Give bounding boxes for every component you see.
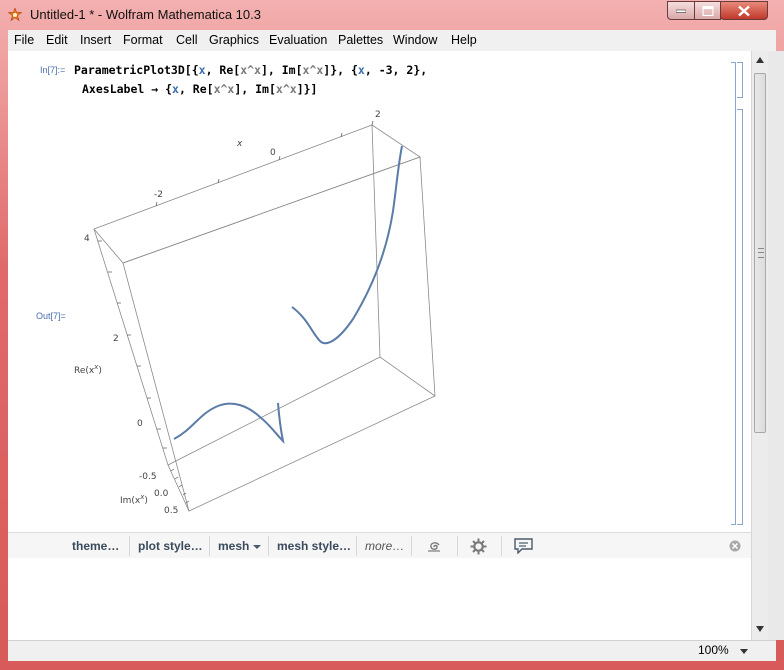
code-text: , -3, 2},	[364, 63, 428, 77]
x-tick-label: -2	[154, 190, 163, 200]
scroll-down-icon[interactable]	[756, 626, 764, 632]
maximize-icon	[702, 5, 713, 16]
vertical-scrollbar[interactable]	[751, 51, 769, 640]
code-var: x	[198, 63, 206, 77]
y-axis-label: Re(xx)	[74, 363, 102, 376]
code-var: x	[172, 82, 179, 96]
menu-evaluation[interactable]: Evaluation	[269, 33, 327, 47]
gear-icon[interactable]	[470, 538, 487, 555]
comment-icon[interactable]	[514, 538, 533, 554]
menu-window[interactable]: Window	[393, 33, 437, 47]
z-axis-label: Im(xx)	[120, 493, 148, 506]
mesh-button[interactable]: mesh	[218, 539, 261, 553]
scrollbar-thumb[interactable]	[754, 73, 766, 433]
code-option: AxesLabel	[82, 82, 145, 96]
separator	[129, 536, 130, 556]
code-expr: x^x	[213, 82, 235, 96]
code-expr: x^x	[275, 82, 297, 96]
separator	[356, 536, 357, 556]
plot-style-button[interactable]: plot style…	[138, 539, 203, 553]
suggestions-bar: theme… plot style… mesh mesh style… more…	[8, 532, 751, 560]
axis-ticks	[98, 120, 374, 504]
menu-insert[interactable]: Insert	[80, 33, 111, 47]
code-text: ]}, {	[323, 63, 358, 77]
x-axis-label: x	[236, 139, 243, 149]
separator	[209, 536, 210, 556]
separator	[457, 536, 458, 556]
curve-segment-left	[173, 402, 285, 445]
notebook-blank-area[interactable]	[8, 558, 751, 640]
y-axis-label-base: Re(x	[74, 366, 95, 376]
plot-box	[93, 124, 436, 512]
code-var: x	[357, 63, 365, 77]
chevron-down-icon	[252, 545, 261, 549]
x-tick-label: 2	[375, 110, 381, 120]
minimize-icon	[676, 9, 686, 13]
menu-edit[interactable]: Edit	[46, 33, 68, 47]
right-edge-strip	[768, 51, 784, 640]
menu-graphics[interactable]: Graphics	[209, 33, 259, 47]
z-tick-label: 0.0	[154, 489, 169, 499]
separator	[501, 536, 502, 556]
x-tick-label: 0	[270, 148, 276, 158]
y-axis-label-end: )	[98, 366, 102, 376]
close-suggestions-icon[interactable]	[729, 540, 741, 552]
code-function: ParametricPlot3D[{	[74, 63, 199, 77]
input-line-2[interactable]: AxesLabel → {x, Re[x^x], Im[x^x]}]	[82, 82, 317, 96]
z-axis-label-base: Im(x	[120, 496, 141, 506]
title-bar[interactable]: Untitled-1 * - Wolfram Mathematica 10.3	[0, 0, 784, 30]
menu-bar: File Edit Insert Format Cell Graphics Ev…	[8, 30, 776, 52]
input-label: In[7]:=	[40, 65, 66, 75]
menu-file[interactable]: File	[14, 33, 34, 47]
group-cell-bracket[interactable]	[731, 62, 736, 525]
code-text: , Re[	[178, 82, 214, 96]
scroll-up-icon[interactable]	[756, 57, 764, 63]
mesh-style-button[interactable]: mesh style…	[277, 539, 351, 553]
z-tick-label: -0.5	[139, 472, 157, 482]
y-tick-label: 2	[113, 334, 119, 344]
parametric-plot-3d[interactable]: x -2 0 2 4 2 0 Re(xx) -0.5 0.0 0.5 Im(xx…	[66, 109, 456, 529]
theme-button[interactable]: theme…	[72, 539, 119, 553]
grip-icon	[758, 248, 764, 258]
code-text: → {	[144, 82, 173, 96]
spiral-icon[interactable]	[425, 538, 443, 554]
code-expr: x^x	[302, 63, 324, 77]
y-tick-label: 0	[137, 419, 143, 429]
y-tick-label: 4	[84, 234, 90, 244]
mathematica-app-icon	[8, 8, 22, 22]
code-text: ], Im[	[234, 82, 276, 96]
code-expr: x^x	[240, 63, 261, 77]
output-label: Out[7]=	[36, 311, 66, 321]
menu-palettes[interactable]: Palettes	[338, 33, 383, 47]
window-title: Untitled-1 * - Wolfram Mathematica 10.3	[30, 7, 261, 22]
zoom-dropdown-icon[interactable]	[740, 649, 748, 654]
separator	[268, 536, 269, 556]
status-bar: 100%	[8, 640, 776, 661]
close-icon	[738, 5, 750, 16]
input-line-1[interactable]: ParametricPlot3D[{x, Re[x^x], Im[x^x]}, …	[74, 63, 427, 77]
curve-segment-right	[291, 145, 403, 345]
close-button[interactable]	[720, 1, 768, 20]
separator	[411, 536, 412, 556]
z-tick-label: 0.5	[164, 506, 178, 516]
menu-help[interactable]: Help	[451, 33, 477, 47]
notebook-area[interactable]: In[7]:= ParametricPlot3D[{x, Re[x^x], Im…	[8, 51, 751, 532]
more-button[interactable]: more…	[365, 539, 404, 553]
code-text: ], Im[	[260, 63, 303, 77]
minimize-button[interactable]	[667, 1, 695, 20]
output-cell-bracket[interactable]	[737, 109, 743, 525]
mesh-label: mesh	[218, 539, 250, 553]
zoom-level[interactable]: 100%	[698, 643, 729, 657]
z-axis-label-end: )	[144, 496, 148, 506]
menu-cell[interactable]: Cell	[176, 33, 198, 47]
application-window: Untitled-1 * - Wolfram Mathematica 10.3 …	[0, 0, 784, 670]
code-text: ]}]	[296, 82, 318, 96]
maximize-button[interactable]	[694, 1, 721, 20]
code-text: , Re[	[205, 63, 241, 77]
input-cell-bracket[interactable]	[737, 62, 743, 98]
menu-format[interactable]: Format	[123, 33, 163, 47]
